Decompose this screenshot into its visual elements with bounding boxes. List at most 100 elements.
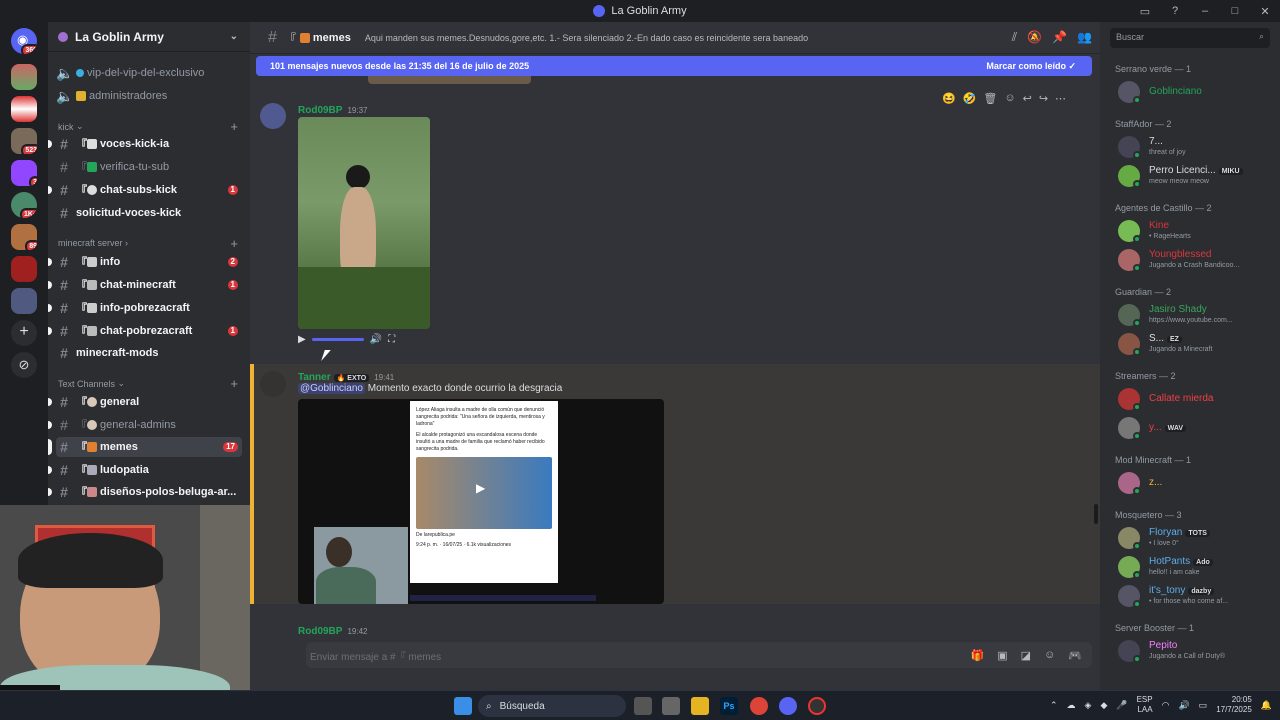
windows-start-icon[interactable]	[454, 697, 472, 715]
server-icon[interactable]	[11, 64, 37, 90]
photoshop-icon[interactable]: Ps	[720, 697, 738, 715]
reaction-emoji-icon[interactable]: 🤣	[963, 92, 977, 105]
chevron-up-icon[interactable]: ⌃	[1050, 700, 1058, 711]
discord-taskbar-icon[interactable]	[779, 697, 797, 715]
channel-chat-pobrezacraft[interactable]: # 『 chat-pobrezacraft 1	[48, 321, 242, 341]
activities-icon[interactable]: 🎮	[1068, 649, 1082, 662]
message-input[interactable]: Enviar mensaje a #『 memes 🎁 ▣ ◪ ☺ 🎮	[306, 642, 1092, 668]
video-attachment[interactable]: López Aliaga insulta a madre de olla com…	[298, 399, 664, 604]
file-explorer-icon[interactable]	[691, 697, 709, 715]
reaction-emoji-icon[interactable]: 🗑	[983, 92, 997, 105]
server-icon[interactable]: 3	[11, 160, 37, 186]
play-icon[interactable]: ▶	[298, 334, 306, 345]
category-kick[interactable]: kick ⌄ +	[58, 119, 242, 134]
threads-icon[interactable]: ⫽	[1012, 30, 1017, 45]
reaction-emoji-icon[interactable]: 😆	[942, 92, 956, 105]
avatar[interactable]	[260, 371, 286, 397]
member-item[interactable]: y... WAV	[1118, 413, 1278, 443]
member-item[interactable]: Perro Licenci... MIKU meow meow meow	[1118, 161, 1278, 191]
channel-vip[interactable]: 🔈 vip-del-vip-del-exclusivo	[56, 63, 242, 83]
server-icon[interactable]	[11, 96, 37, 122]
server-icon[interactable]	[11, 256, 37, 282]
server-icon[interactable]	[11, 288, 37, 314]
cloud-icon[interactable]: ☁	[1067, 700, 1076, 711]
help-icon[interactable]: ?	[1160, 5, 1190, 17]
discover-icon[interactable]: ⊘	[11, 352, 37, 378]
member-list-icon[interactable]: 👥	[1077, 30, 1092, 45]
message-author[interactable]: Rod09BP	[298, 105, 342, 116]
category-text-channels[interactable]: Text Channels ⌄ +	[58, 376, 242, 391]
volume-icon[interactable]: 🔊	[1178, 700, 1189, 711]
tray-app-icon[interactable]: ◈	[1085, 700, 1092, 711]
channel-verifica-tu-sub[interactable]: # 『 verifica-tu-sub	[56, 157, 242, 177]
direct-messages-button[interactable]: ◉ 369	[11, 28, 37, 54]
mark-as-read-button[interactable]: Marcar como leído ✓	[986, 61, 1076, 72]
channel-minecraft-mods[interactable]: # minecraft-mods	[56, 343, 242, 363]
server-header[interactable]: La Goblin Army ⌄	[48, 22, 250, 52]
avatar[interactable]	[260, 103, 286, 129]
scrollbar-thumb[interactable]	[1094, 504, 1098, 524]
volume-icon[interactable]: 🔊	[370, 334, 382, 345]
member-item[interactable]: z...	[1118, 468, 1278, 498]
category-minecraft[interactable]: minecraft server › +	[58, 236, 242, 251]
channel-chat-minecraft[interactable]: # 『 chat-minecraft 1	[48, 275, 242, 295]
message-author[interactable]: Rod09BP	[298, 626, 342, 637]
pin-icon[interactable]: 📌	[1052, 30, 1067, 45]
member-item[interactable]: Youngblessed Jugando a Crash Bandicoo...	[1118, 245, 1278, 275]
member-item[interactable]: Jasiro Shady https://www.youtube.com...	[1118, 300, 1278, 330]
emoji-icon[interactable]: ☺	[1044, 649, 1055, 662]
forward-icon[interactable]: ↪	[1039, 92, 1048, 105]
maximize-button[interactable]: □	[1220, 5, 1250, 17]
new-messages-bar[interactable]: 101 mensajes nuevos desde las 21:35 del …	[256, 56, 1092, 76]
channel-solicitud-voces-kick[interactable]: # solicitud-voces-kick	[56, 203, 242, 223]
channel-chat-subs-kick[interactable]: # 『 chat-subs-kick 1	[48, 180, 242, 200]
chrome-icon[interactable]	[750, 697, 768, 715]
member-item[interactable]: Pepito Jugando a Call of Duty®	[1118, 636, 1278, 666]
add-server-icon[interactable]: +	[11, 320, 37, 346]
channel-topic[interactable]: Aqui manden sus memes.Desnudos,gore,etc.…	[365, 33, 808, 43]
tray-app-icon[interactable]: ◆	[1100, 700, 1107, 711]
volume-slider[interactable]	[311, 337, 364, 341]
clock[interactable]: 20:05 17/7/2025	[1216, 695, 1252, 715]
channel-disenos[interactable]: # 『 diseños-polos-beluga-ar...	[48, 482, 242, 502]
battery-icon[interactable]: ▭	[1199, 700, 1208, 711]
obs-icon[interactable]	[808, 697, 826, 715]
wifi-icon[interactable]: ◠	[1162, 700, 1170, 711]
inbox-icon[interactable]: ▭	[1130, 5, 1160, 18]
video-attachment[interactable]	[298, 117, 430, 329]
channel-ludopatia[interactable]: # 『 ludopatia	[48, 460, 242, 480]
notifications-muted-icon[interactable]: 🔕	[1027, 30, 1042, 45]
member-item[interactable]: 7... threat of joy	[1118, 132, 1278, 162]
message-author[interactable]: Tanner	[298, 372, 331, 383]
member-item[interactable]: it's_tony dazby • for those who come af...	[1118, 581, 1278, 611]
gift-icon[interactable]: 🎁	[971, 649, 985, 662]
channel-voces-kick-ia[interactable]: # 『 voces-kick-ia	[48, 134, 242, 154]
add-channel-icon[interactable]: +	[230, 376, 238, 391]
channel-info-pobrezacraft[interactable]: # 『 info-pobrezacraft	[48, 298, 242, 318]
channel-info[interactable]: # 『 info 2	[48, 252, 242, 272]
channel-memes[interactable]: # 『 memes 17	[48, 437, 242, 457]
add-channel-icon[interactable]: +	[230, 119, 238, 134]
member-item[interactable]: Callate mierda	[1118, 384, 1278, 414]
add-channel-icon[interactable]: +	[230, 236, 238, 251]
microphone-icon[interactable]: 🎤	[1116, 700, 1127, 711]
add-reaction-icon[interactable]: ☺	[1004, 92, 1015, 105]
reply-icon[interactable]: ↩	[1023, 92, 1032, 105]
member-item[interactable]: Goblinciano	[1118, 77, 1278, 107]
notifications-icon[interactable]: 🔔	[1261, 700, 1272, 711]
channel-general-admins[interactable]: # 『 general-admins	[48, 415, 242, 435]
server-icon[interactable]: 89	[11, 224, 37, 250]
member-item[interactable]: Floryan TOTS • I love 0°	[1118, 523, 1278, 553]
server-icon[interactable]: 1K+	[11, 192, 37, 218]
member-item[interactable]: HotPants Ado hello!! i am cake	[1118, 552, 1278, 582]
close-button[interactable]: ✕	[1250, 5, 1280, 18]
app-icon[interactable]	[662, 697, 680, 715]
member-item[interactable]: Kine • RageHearts	[1118, 216, 1278, 246]
server-icon[interactable]: 523	[11, 128, 37, 154]
more-options-icon[interactable]: ⋯	[1055, 92, 1066, 105]
sticker-icon[interactable]: ◪	[1021, 649, 1031, 662]
search-input[interactable]: Buscar ⌕	[1110, 28, 1270, 48]
taskbar-search[interactable]: ⌕ Búsqueda	[478, 695, 626, 717]
channel-general[interactable]: # 『 general	[48, 392, 242, 412]
task-view-icon[interactable]	[634, 697, 652, 715]
